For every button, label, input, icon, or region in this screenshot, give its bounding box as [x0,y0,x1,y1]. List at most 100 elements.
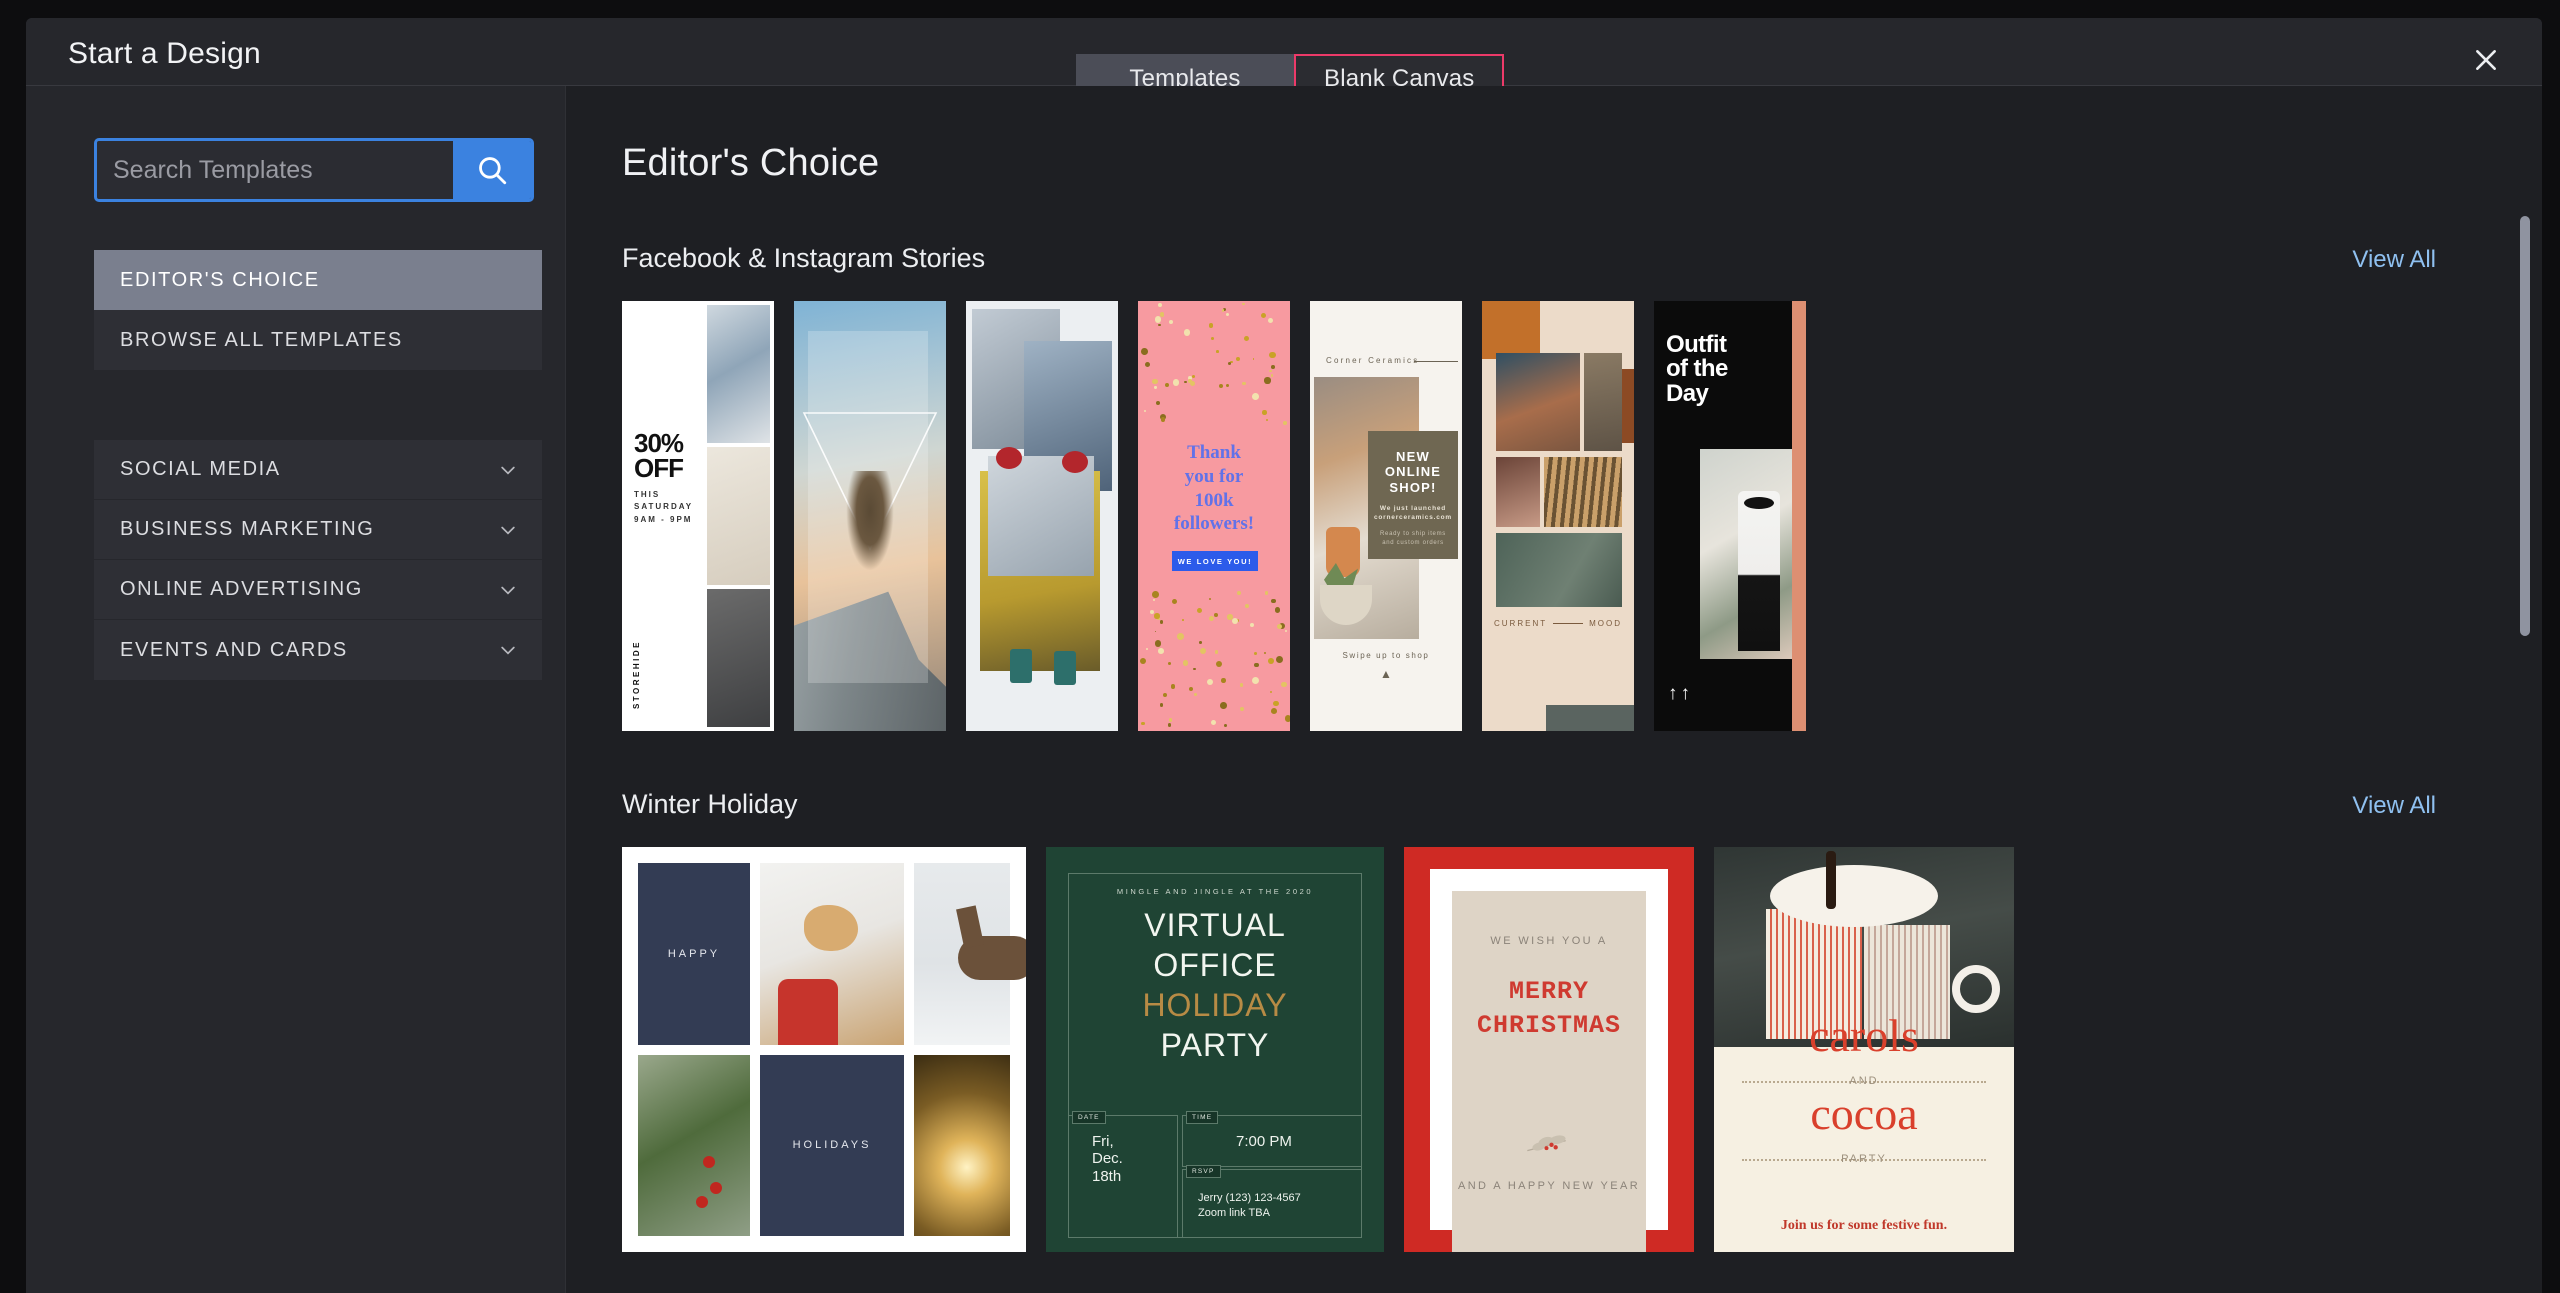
sidebar-nav: EDITOR'S CHOICE BROWSE ALL TEMPLATES [94,250,542,370]
card-word-party: PARTY [1714,1153,2014,1165]
template-card-thirty-percent-off-sale[interactable]: 30% OFF THIS SATURDAY 9AM - 9PM STOREHID… [622,301,774,731]
confetti-dot [1264,652,1267,655]
confetti-dot [1264,377,1270,383]
accordion-social-media[interactable]: SOCIAL MEDIA [94,440,542,500]
confetti-dot [1277,624,1282,629]
whipped-cream [1770,865,1938,927]
card-caption: CURRENT MOOD [1494,619,1622,628]
confetti-dot [1154,386,1156,388]
confetti-dot [1192,375,1195,378]
confetti-dot [1240,683,1244,687]
accordion-events-and-cards[interactable]: EVENTS AND CARDS [94,620,542,680]
confetti-dot [1211,337,1214,340]
confetti-dot [1182,619,1184,621]
template-card-happy-holidays-collage[interactable]: HAPPY [622,847,1026,1252]
template-card-virtual-office-holiday-party[interactable]: MINGLE AND JINGLE AT THE 2020 VIRTUAL OF… [1046,847,1384,1252]
template-card-outfit-of-the-day[interactable]: Outfit of the Day ↑↑ [1654,301,1806,731]
confetti-dot [1154,613,1159,618]
screen: Start a Design Templates Blank Canvas [0,0,2560,1293]
card-photo-deer [914,863,1010,1045]
template-card-thank-you-100k-followers[interactable]: Thank you for 100k followers! WE LOVE YO… [1138,301,1290,731]
confetti-dot [1160,620,1163,623]
confetti-dot [1237,591,1241,595]
card-accent [996,447,1022,469]
confetti-dot [1197,608,1202,613]
confetti-dot [1242,382,1245,385]
confetti-dot [1270,691,1272,693]
accordion-label: BUSINESS MARKETING [120,518,374,541]
confetti-dot [1266,419,1268,421]
scrollbar-thumb[interactable] [2520,216,2530,636]
confetti-dot [1141,348,1148,355]
confetti-dot [1232,618,1238,624]
sidebar-accordions: SOCIAL MEDIA BUSINESS MARKETING ONLINE A… [94,440,542,680]
card-person [1738,491,1780,651]
confetti-dot [1145,362,1150,367]
view-all-link-stories[interactable]: View All [2352,246,2436,274]
confetti-dot [1254,652,1257,655]
sidebar-item-browse-all-templates[interactable]: BROWSE ALL TEMPLATES [94,310,542,370]
confetti-dot [1160,703,1164,707]
card-caption-right: MOOD [1589,619,1622,628]
accordion-online-advertising[interactable]: ONLINE ADVERTISING [94,560,542,620]
search-button[interactable] [453,141,531,199]
card-word-and: AND [1714,1075,2014,1087]
confetti-dot [1155,316,1162,323]
confetti-dot [1275,607,1281,613]
card-headline: MERRY CHRISTMAS [1404,975,1694,1043]
confetti-dot [1158,648,1164,654]
template-card-current-mood-board[interactable]: CURRENT MOOD [1482,301,1634,731]
confetti-dot [1236,357,1240,361]
confetti-dot [1200,648,1206,654]
card-accent [1054,651,1076,685]
confetti-dot [1155,631,1157,633]
confetti-dot [1227,614,1232,619]
card-block [1546,705,1634,731]
dog-coat [778,979,838,1045]
modal-header: Start a Design Templates Blank Canvas [26,18,2542,86]
search-input[interactable] [97,141,453,199]
card-line4: PARTY [1046,1027,1384,1064]
confetti-dot [1268,318,1273,323]
value-rsvp: Jerry (123) 123-4567 Zoom link TBA [1198,1191,1301,1221]
confetti-dot [1226,384,1229,387]
close-button[interactable] [2466,40,2506,80]
template-card-corner-ceramics-new-shop[interactable]: Corner Ceramics NEW ONLINE SHOP! We just… [1310,301,1462,731]
confetti-dot [1269,370,1271,372]
card-stripe [1792,301,1806,731]
confetti-dot [1155,640,1161,646]
confetti-dot [1161,417,1165,421]
confetti-dot [1169,320,1173,324]
view-all-link-winter[interactable]: View All [2352,792,2436,820]
scrollbar-track[interactable] [2526,86,2536,1293]
template-card-fashion-collage[interactable] [966,301,1118,731]
label-date: DATE [1072,1111,1106,1124]
card-photo [707,447,770,585]
confetti-dot [1193,668,1196,671]
confetti-dot [1269,352,1276,359]
chevron-down-icon [498,640,518,660]
confetti-dot [1216,661,1222,667]
sidebar-item-editors-choice[interactable]: EDITOR'S CHOICE [94,250,542,310]
card-photo [707,305,770,443]
close-icon [2473,47,2499,73]
confetti-dot [1276,656,1283,663]
confetti-dot [1152,591,1159,598]
card-photo [1544,457,1622,527]
confetti-dot [1216,350,1219,353]
card-word-cocoa: cocoa [1714,1093,2014,1134]
template-card-merry-christmas-stamp[interactable]: WE WISH YOU A MERRY CHRISTMAS [1404,847,1694,1252]
accordion-business-marketing[interactable]: BUSINESS MARKETING [94,500,542,560]
card-photo [988,456,1094,576]
confetti-dot [1209,323,1213,327]
confetti-dot [1220,702,1227,709]
confetti-dot [1158,303,1162,307]
card-headline: NEW ONLINE SHOP! [1368,449,1458,495]
template-card-carols-and-cocoa-party[interactable]: carols AND cocoa PARTY Join us for some … [1714,847,2014,1252]
template-card-cliff-handstand-photo[interactable] [794,301,946,731]
template-row-stories: 30% OFF THIS SATURDAY 9AM - 9PM STOREHID… [622,301,2542,731]
sidebar-item-label: EDITOR'S CHOICE [120,269,320,292]
confetti-dot [1283,421,1288,426]
card-accent [1010,649,1032,683]
card-bottom-text: AND A HAPPY NEW YEAR [1404,1180,1694,1192]
